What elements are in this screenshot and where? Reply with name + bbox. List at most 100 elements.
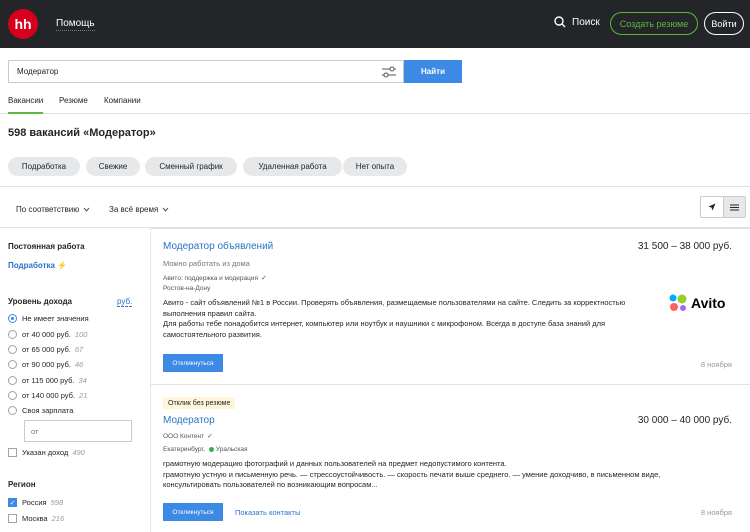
option-label: от 40 000 руб. — [22, 330, 71, 339]
income-option[interactable]: Не имеет значения — [8, 314, 89, 323]
checkbox-checked[interactable]: ✓ — [8, 498, 17, 507]
currency-select[interactable]: руб. — [117, 297, 133, 307]
part-time-link[interactable]: Подработка ⚡ — [8, 261, 67, 270]
company-link[interactable]: ООО Контент ✓ — [163, 432, 213, 441]
permanent-work-heading: Постоянная работа — [8, 242, 85, 251]
metro-line-icon — [208, 447, 214, 452]
description-line: грамотную устную и письменную речь. — ст… — [163, 469, 661, 490]
vacancy-date: 8 ноября — [700, 508, 732, 517]
chip-shift-schedule[interactable]: Сменный график — [145, 157, 237, 176]
company-name: ООО Контент — [163, 432, 205, 440]
map-view-button[interactable] — [701, 197, 723, 217]
avito-wordmark: Avito — [691, 295, 726, 311]
top-header: hh Помощь Поиск Создать резюме Войти — [0, 0, 750, 48]
respond-button[interactable]: Откликнуться — [163, 354, 223, 372]
chip-no-experience[interactable]: Нет опыта — [343, 157, 407, 176]
region-option[interactable]: ✓ Россия 598 — [8, 498, 63, 507]
sort-order-select[interactable]: По соответствию — [16, 205, 90, 214]
part-time-label: Подработка — [8, 261, 55, 270]
lightning-icon: ⚡ — [56, 261, 67, 270]
vacancy-city: Ростов-на-Дону — [163, 285, 210, 292]
specified-income-option[interactable]: Указан доход 490 — [8, 448, 85, 457]
header-search-button[interactable]: Поиск — [554, 16, 600, 28]
chip-remote[interactable]: Удаленная работа — [243, 157, 342, 176]
remote-work-label: Можно работать из дома — [163, 259, 250, 268]
respond-button[interactable]: Откликнуться — [163, 503, 223, 521]
income-option[interactable]: от 40 000 руб. 100 — [8, 330, 87, 339]
list-view-button[interactable] — [722, 197, 745, 217]
search-icon — [554, 16, 566, 28]
login-button[interactable]: Войти — [704, 12, 744, 35]
option-count: 598 — [50, 498, 64, 507]
option-count: 216 — [51, 514, 65, 523]
vacancy-description: Авито - сайт объявлений №1 в России. Про… — [163, 298, 663, 340]
city-name: Екатеринбург, — [163, 446, 205, 453]
region-option[interactable]: Москва 216 — [8, 514, 64, 523]
vacancy-city: Екатеринбург, Уральская — [163, 446, 248, 453]
list-icon — [729, 204, 739, 210]
income-option[interactable]: от 140 000 руб. 21 — [8, 391, 87, 400]
option-label: от 140 000 руб. — [22, 391, 76, 400]
no-resume-badge: Отклик без резюме — [163, 397, 236, 409]
option-label: Своя зарплата — [22, 406, 74, 415]
option-label: Россия — [22, 498, 47, 507]
hh-logo[interactable]: hh — [8, 9, 38, 39]
vacancy-salary: 31 500 – 38 000 руб. — [637, 241, 732, 252]
sort-order-label: По соответствию — [16, 205, 80, 214]
option-label: Не имеет значения — [22, 314, 89, 323]
vacancy-date: 8 ноября — [700, 360, 732, 369]
vacancy-salary: 30 000 – 40 000 руб. — [637, 415, 732, 426]
search-tabs: Вакансии Резюме Компании — [0, 96, 750, 114]
divider — [0, 186, 750, 187]
income-option[interactable]: от 65 000 руб. 67 — [8, 345, 83, 354]
income-heading: Уровень дохода — [8, 297, 73, 306]
radio-button[interactable] — [8, 360, 17, 369]
income-option[interactable]: от 90 000 руб. 46 — [8, 360, 83, 369]
radio-button[interactable] — [8, 314, 17, 323]
tab-resumes[interactable]: Резюме — [59, 96, 88, 114]
radio-button[interactable] — [8, 345, 17, 354]
option-count: 34 — [78, 376, 87, 385]
tab-companies[interactable]: Компании — [104, 96, 141, 114]
vacancy-card: Отклик без резюме Модератор 30 000 – 40 … — [151, 384, 750, 532]
own-salary-field[interactable] — [24, 420, 132, 442]
sort-period-label: За всё время — [109, 205, 159, 214]
checkbox[interactable] — [8, 448, 17, 457]
verified-check-icon: ✓ — [261, 275, 267, 282]
chevron-down-icon — [83, 207, 90, 212]
vacancy-description: грамотную модерацию фотографий и данных … — [163, 459, 663, 491]
income-option[interactable]: от 115 000 руб. 34 — [8, 376, 87, 385]
vacancy-title-link[interactable]: Модератор — [163, 415, 215, 426]
help-link[interactable]: Помощь — [56, 18, 95, 31]
option-count: 100 — [74, 330, 88, 339]
search-field[interactable] — [8, 60, 404, 83]
radio-button[interactable] — [8, 376, 17, 385]
radio-button[interactable] — [8, 330, 17, 339]
filters-icon[interactable] — [381, 66, 397, 78]
option-count: 21 — [79, 391, 88, 400]
own-salary-input[interactable] — [25, 421, 131, 441]
description-line: Авито - сайт объявлений №1 в России. Про… — [163, 298, 626, 318]
option-count: 67 — [74, 345, 84, 354]
header-search-label: Поиск — [572, 16, 600, 28]
create-resume-button[interactable]: Создать резюме — [610, 12, 698, 35]
metro-station: Уральская — [215, 446, 248, 453]
search-input[interactable] — [9, 61, 369, 82]
view-toggle — [700, 196, 746, 218]
description-line: грамотную модерацию фотографий и данных … — [163, 459, 507, 468]
vacancy-title-link[interactable]: Модератор объявлений — [163, 241, 273, 252]
radio-button[interactable] — [8, 391, 17, 400]
checkbox[interactable] — [8, 514, 17, 523]
find-button[interactable]: Найти — [404, 60, 462, 83]
sort-period-select[interactable]: За всё время — [109, 205, 169, 214]
income-option[interactable]: Своя зарплата — [8, 406, 73, 415]
company-link[interactable]: Авито: поддержка и модерация ✓ — [163, 274, 267, 283]
tab-vacancies[interactable]: Вакансии — [8, 96, 44, 114]
chip-fresh[interactable]: Свежие — [86, 157, 140, 176]
chip-part-time[interactable]: Подработка — [8, 157, 80, 176]
results-title: 598 вакансий «Модератор» — [8, 127, 156, 139]
radio-button[interactable] — [8, 406, 17, 415]
show-contacts-link[interactable]: Показать контакты — [235, 508, 300, 517]
option-label: от 90 000 руб. — [22, 360, 71, 369]
location-arrow-icon — [708, 203, 716, 211]
